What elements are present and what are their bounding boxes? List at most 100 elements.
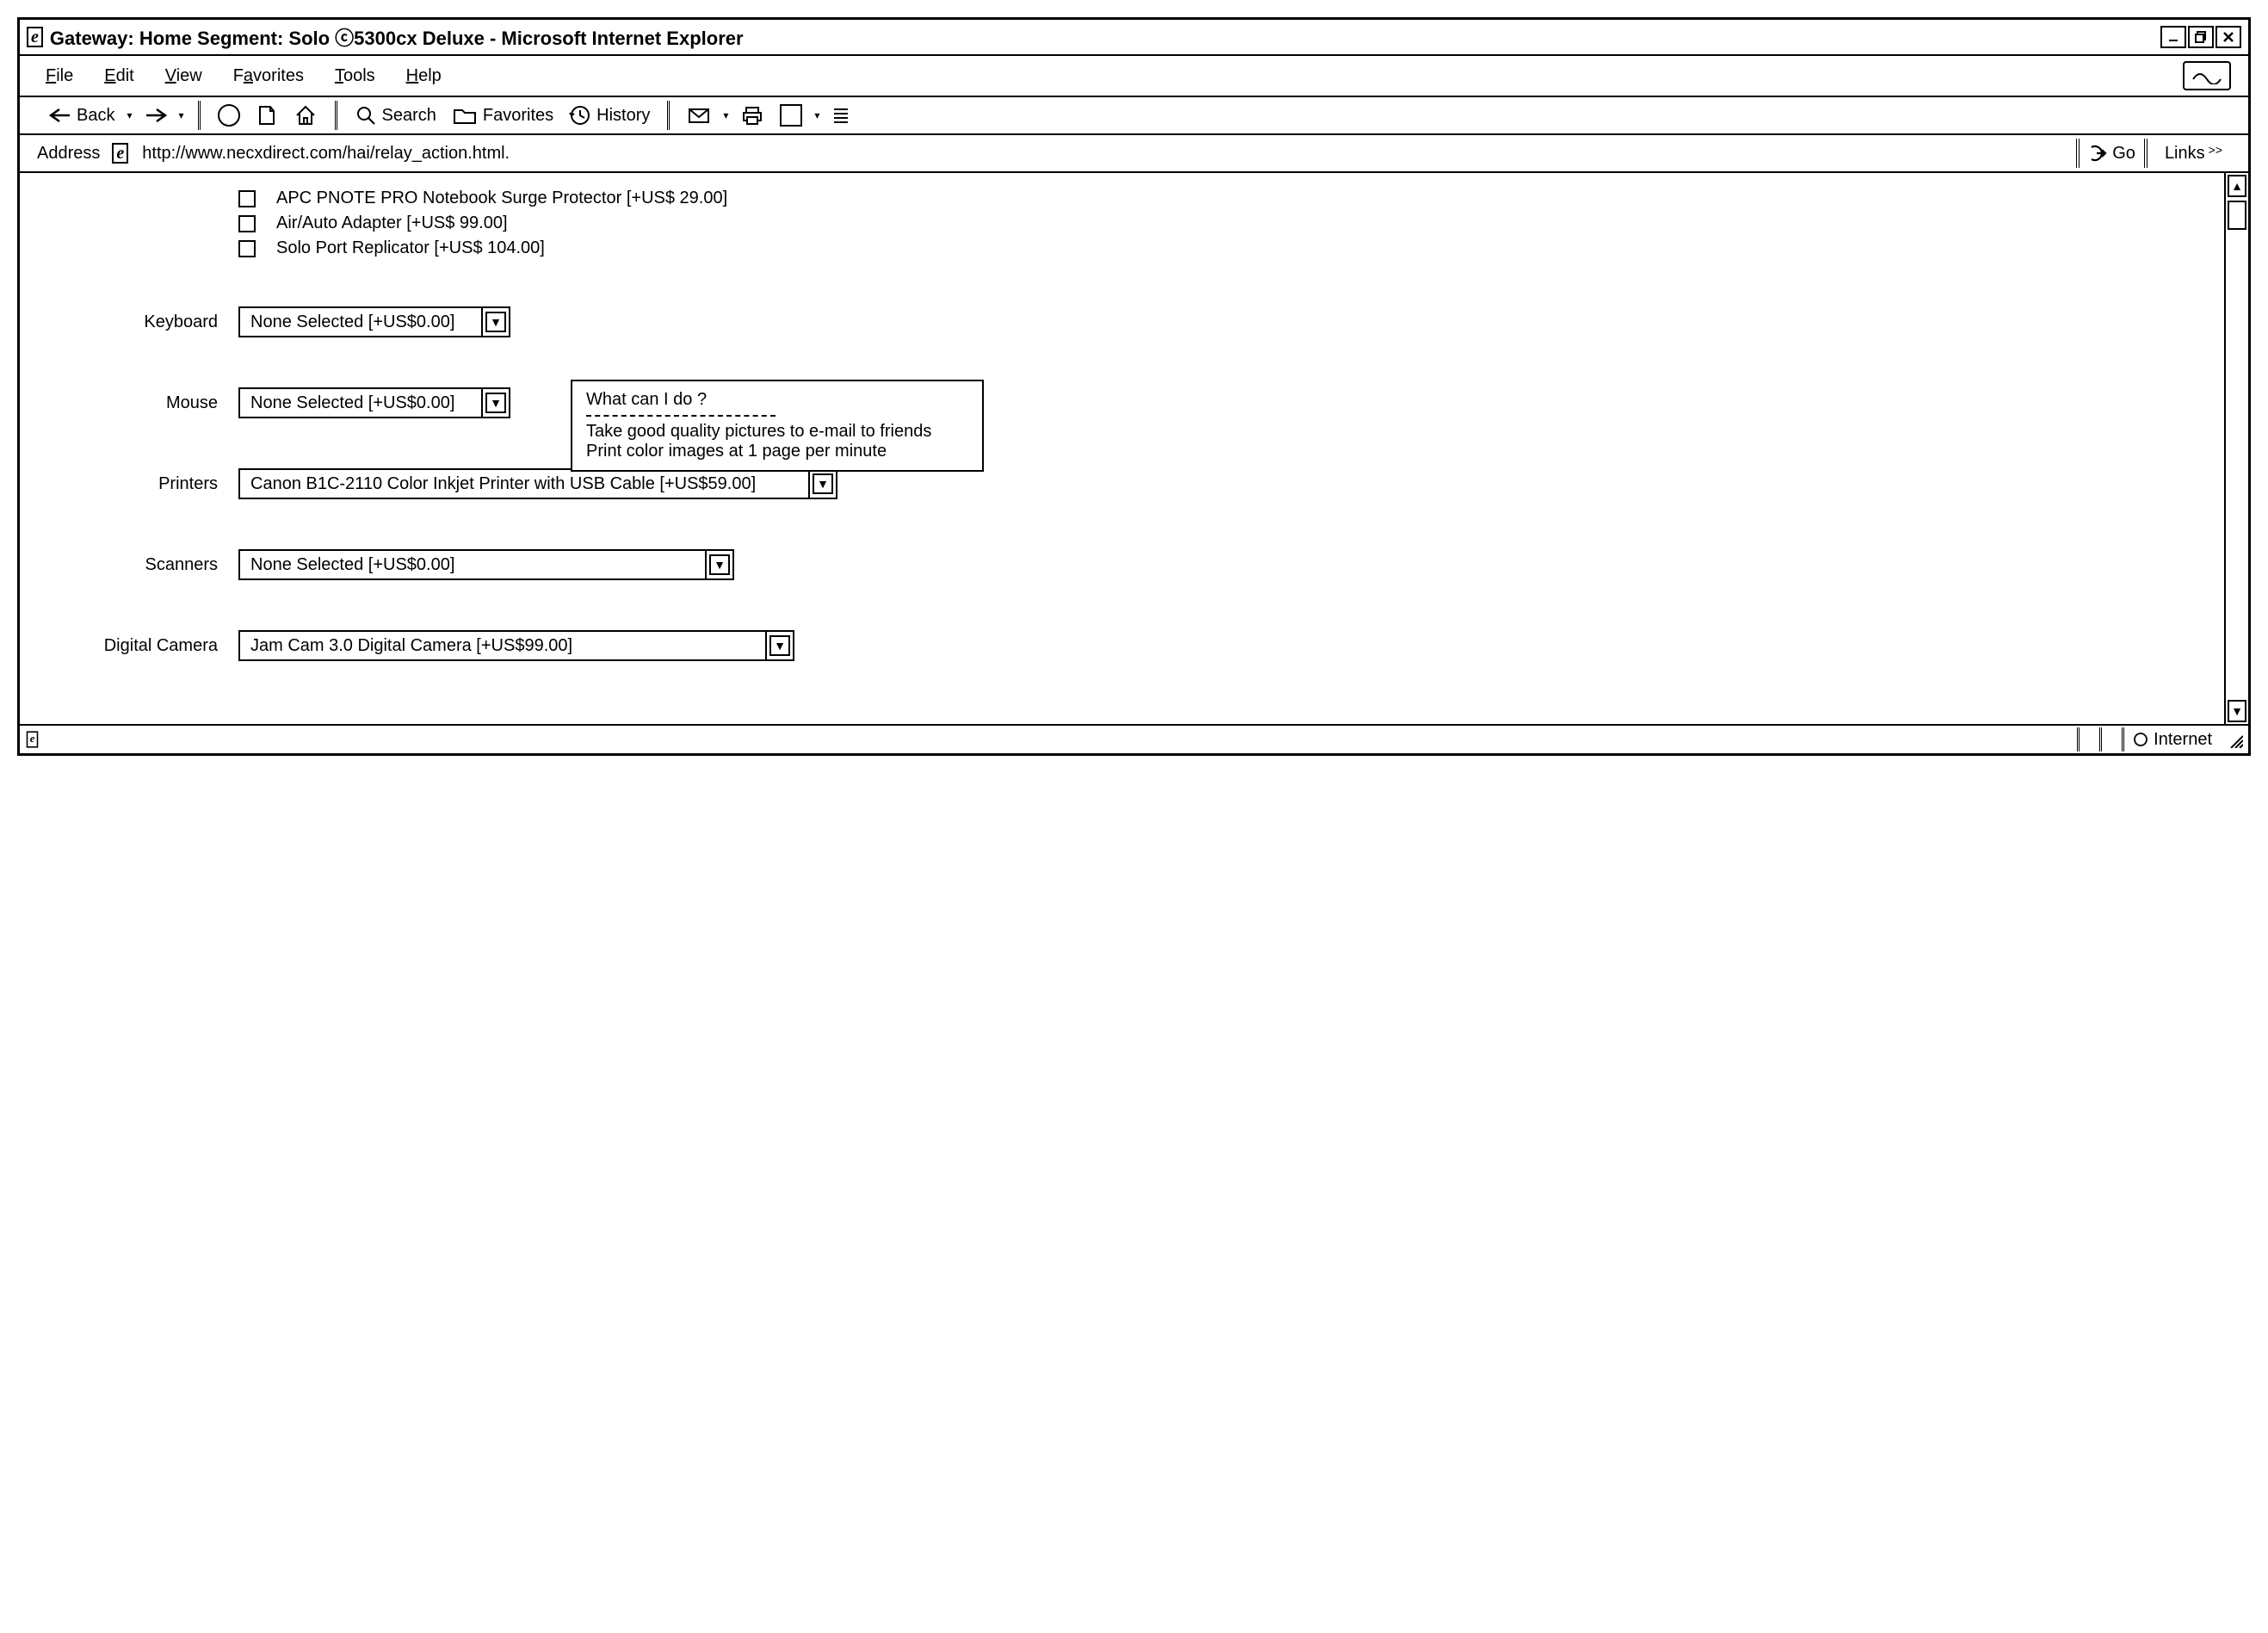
- links-button[interactable]: Links >>: [2156, 140, 2231, 167]
- edit-dropdown-icon[interactable]: ▾: [814, 109, 819, 121]
- tooltip-divider: [586, 415, 776, 417]
- edit-button[interactable]: [776, 102, 806, 128]
- favorites-button[interactable]: Favorites: [448, 103, 557, 127]
- status-panel: [2077, 727, 2094, 752]
- folder-icon: [452, 105, 478, 126]
- links-label: Links: [2165, 144, 2205, 164]
- checkbox-air-auto-adapter[interactable]: [238, 215, 256, 232]
- minimize-button[interactable]: [2160, 26, 2186, 48]
- mouse-select[interactable]: None Selected [+US$0.00] ▼: [238, 387, 510, 418]
- checkbox-port-replicator[interactable]: [238, 240, 256, 257]
- mail-button[interactable]: [683, 103, 714, 127]
- menu-view[interactable]: View: [165, 66, 202, 86]
- mail-dropdown-icon[interactable]: ▾: [723, 109, 728, 121]
- tooltip-heading: What can I do ?: [586, 390, 968, 410]
- status-bar: e Internet: [20, 724, 2248, 753]
- menu-help[interactable]: Help: [406, 66, 442, 86]
- menu-favorites[interactable]: Favorites: [233, 66, 304, 86]
- dropdown-arrow[interactable]: ▼: [481, 308, 509, 336]
- keyboard-label: Keyboard: [37, 312, 218, 332]
- keyboard-row: Keyboard None Selected [+US$0.00] ▼: [37, 306, 2207, 337]
- address-input-wrap: http://www.necxdirect.com/hai/relay_acti…: [137, 140, 2067, 167]
- print-button[interactable]: [737, 103, 768, 127]
- back-label: Back: [77, 106, 114, 126]
- scanners-label: Scanners: [37, 555, 218, 575]
- history-button[interactable]: History: [565, 102, 653, 128]
- toolbar-separator: [198, 101, 201, 130]
- info-tooltip: What can I do ? Take good quality pictur…: [571, 380, 984, 472]
- dropdown-arrow[interactable]: ▼: [808, 470, 836, 498]
- history-icon: [569, 104, 591, 127]
- dropdown-arrow[interactable]: ▼: [765, 632, 793, 659]
- discuss-icon: [831, 105, 850, 126]
- forward-dropdown-icon[interactable]: ▾: [179, 109, 184, 121]
- toolbar: Back ▾ ▾ Search Favorites History: [20, 97, 2248, 135]
- option-text: Solo Port Replicator [+US$ 104.00]: [276, 238, 545, 258]
- home-icon: [294, 104, 318, 127]
- window-controls: [2160, 26, 2241, 48]
- printers-selected: Canon B1C-2110 Color Inkjet Printer with…: [240, 470, 808, 498]
- favorites-label: Favorites: [483, 106, 553, 126]
- camera-selected: Jam Cam 3.0 Digital Camera [+US$99.00]: [240, 632, 765, 659]
- go-button[interactable]: Go: [2076, 139, 2147, 168]
- option-row: Air/Auto Adapter [+US$ 99.00]: [37, 213, 2207, 233]
- arrow-right-icon: [145, 108, 167, 123]
- menu-edit[interactable]: Edit: [104, 66, 133, 86]
- printers-row: Printers Canon B1C-2110 Color Inkjet Pri…: [37, 468, 2207, 499]
- client-area: APC PNOTE PRO Notebook Surge Protector […: [20, 173, 2248, 724]
- go-icon: [2088, 144, 2107, 163]
- forward-button[interactable]: [141, 106, 170, 125]
- mouse-label: Mouse: [37, 393, 218, 413]
- printers-label: Printers: [37, 474, 218, 494]
- menu-bar: File Edit View Favorites Tools Help: [20, 56, 2248, 97]
- discuss-button[interactable]: [828, 103, 854, 127]
- stop-icon: [218, 104, 240, 127]
- tooltip-line: Print color images at 1 page per minute: [586, 442, 968, 461]
- globe-icon: [2133, 732, 2148, 747]
- toolbar-separator: [667, 101, 670, 130]
- resize-grip[interactable]: [2226, 731, 2243, 748]
- keyboard-selected: None Selected [+US$0.00]: [240, 308, 481, 336]
- camera-row: Digital Camera Jam Cam 3.0 Digital Camer…: [37, 630, 2207, 661]
- option-row: APC PNOTE PRO Notebook Surge Protector […: [37, 189, 2207, 208]
- back-button[interactable]: Back: [46, 104, 118, 127]
- scroll-up-button[interactable]: ▲: [2228, 175, 2246, 197]
- back-dropdown-icon[interactable]: ▾: [127, 109, 132, 121]
- status-zone-label: Internet: [2154, 730, 2212, 750]
- scanners-select[interactable]: None Selected [+US$0.00] ▼: [238, 549, 734, 580]
- scanners-row: Scanners None Selected [+US$0.00] ▼: [37, 549, 2207, 580]
- scroll-track[interactable]: [2226, 232, 2248, 698]
- toolbar-separator: [335, 101, 337, 130]
- keyboard-select[interactable]: None Selected [+US$0.00] ▼: [238, 306, 510, 337]
- dropdown-arrow[interactable]: ▼: [481, 389, 509, 417]
- option-text: APC PNOTE PRO Notebook Surge Protector […: [276, 189, 727, 208]
- option-text: Air/Auto Adapter [+US$ 99.00]: [276, 213, 508, 233]
- page-ie-icon: e: [112, 143, 128, 164]
- vertical-scrollbar[interactable]: ▲ ▼: [2224, 173, 2248, 724]
- camera-label: Digital Camera: [37, 636, 218, 656]
- close-button[interactable]: [2215, 26, 2241, 48]
- printers-select[interactable]: Canon B1C-2110 Color Inkjet Printer with…: [238, 468, 837, 499]
- history-label: History: [596, 106, 650, 126]
- menu-file[interactable]: File: [46, 66, 73, 86]
- search-button[interactable]: Search: [351, 102, 440, 128]
- status-panel: [2099, 727, 2117, 752]
- scroll-thumb[interactable]: [2228, 201, 2246, 230]
- page-icon: [256, 104, 278, 127]
- arrow-left-icon: [49, 108, 71, 123]
- camera-select[interactable]: Jam Cam 3.0 Digital Camera [+US$99.00] ▼: [238, 630, 794, 661]
- title-bar: e Gateway: Home Segment: Solo ⓒ5300cx De…: [20, 20, 2248, 56]
- refresh-button[interactable]: [252, 102, 281, 128]
- search-label: Search: [382, 106, 436, 126]
- dropdown-arrow[interactable]: ▼: [705, 551, 732, 578]
- restore-button[interactable]: [2188, 26, 2214, 48]
- menu-tools[interactable]: Tools: [335, 66, 375, 86]
- address-input[interactable]: http://www.necxdirect.com/hai/relay_acti…: [137, 140, 2067, 167]
- home-button[interactable]: [290, 102, 321, 128]
- checkbox-surge-protector[interactable]: [238, 190, 256, 207]
- stop-button[interactable]: [214, 102, 244, 128]
- status-ie-icon: e: [27, 731, 39, 747]
- scroll-down-button[interactable]: ▼: [2228, 700, 2246, 722]
- tooltip-line: Take good quality pictures to e-mail to …: [586, 422, 968, 442]
- mouse-row: Mouse None Selected [+US$0.00] ▼: [37, 387, 2207, 418]
